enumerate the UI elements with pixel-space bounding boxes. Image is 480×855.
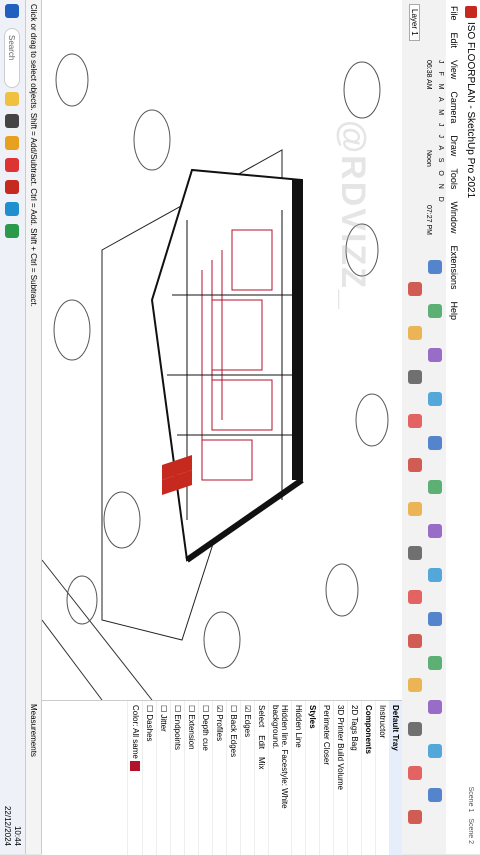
edge-option[interactable]: ☐ Depth cue — [198, 701, 212, 855]
scene-tab-2[interactable]: Scene 2 — [468, 818, 475, 844]
building-outline — [150, 168, 303, 562]
toolbar-tool-icon[interactable] — [428, 568, 442, 582]
toolbar-tool-icon[interactable] — [428, 480, 442, 494]
chrome-icon[interactable] — [5, 158, 19, 172]
toolbar-tool-icon[interactable] — [428, 788, 442, 802]
edge-option[interactable]: ☑ Profiles — [212, 701, 226, 855]
shadow-time-mid: Noon — [425, 150, 432, 167]
style-description: Hidden line. Facestyle: White background… — [268, 701, 291, 855]
taskbar-clock[interactable]: 10:44 22/12/2024 — [2, 806, 22, 846]
menu-draw[interactable]: Draw — [449, 129, 459, 162]
style-name: Hidden Line — [291, 701, 305, 855]
menu-extensions[interactable]: Extensions — [449, 239, 459, 295]
toolbar-tool-icon[interactable] — [408, 502, 422, 516]
styles-tabs: Select Edit Mix — [254, 701, 268, 855]
ground-line — [42, 559, 153, 700]
toolbar-tool-icon[interactable] — [428, 524, 442, 538]
toolbar-tool-icon[interactable] — [428, 260, 442, 274]
styles-tab-mix[interactable]: Mix — [257, 757, 266, 769]
edge-option[interactable]: ☐ Endpoints — [170, 701, 184, 855]
toolbar-tool-icon[interactable] — [408, 458, 422, 472]
edge-color-row: Color: All same — [127, 701, 142, 855]
color-dropdown[interactable]: All same — [131, 728, 140, 759]
toolbar-tool-icon[interactable] — [408, 766, 422, 780]
clock-date: 22/12/2024 — [3, 805, 12, 846]
app-icon[interactable] — [5, 136, 19, 150]
toolbar-tool-icon[interactable] — [408, 722, 422, 736]
tray-title: Default Tray — [389, 701, 402, 855]
toolbar-tool-icon[interactable] — [428, 612, 442, 626]
default-tray: Default Tray Instructor Components 2D Ta… — [42, 700, 402, 855]
edge-option[interactable]: ☐ Dashes — [142, 701, 156, 855]
main-toolbar: J F M A M J J A S O N D 06:38 AM Noon 07… — [401, 0, 446, 854]
components-panel-title[interactable]: Components — [361, 701, 375, 855]
shadow-time-end: 07:27 PM — [425, 205, 432, 235]
toolbar-tool-icon[interactable] — [428, 656, 442, 670]
styles-tab-edit[interactable]: Edit — [257, 735, 266, 749]
menu-help[interactable]: Help — [449, 295, 459, 326]
toolbar-tool-icon[interactable] — [408, 546, 422, 560]
menu-bar: File Edit View Camera Draw Tools Window … — [446, 0, 462, 854]
styles-panel-title[interactable]: Styles — [305, 701, 319, 855]
component-item-3[interactable]: Perimeter Closer — [319, 701, 333, 855]
toolbar-tool-icon[interactable] — [408, 414, 422, 428]
edge-option[interactable]: ☐ Jitter — [156, 701, 170, 855]
toolbar-tool-icon[interactable] — [428, 348, 442, 362]
component-item-2[interactable]: 3D Printer Build Volume — [333, 701, 347, 855]
windows-start-icon[interactable] — [5, 4, 19, 18]
toolbar-tool-icon[interactable] — [408, 810, 422, 824]
taskbar: Search 10:44 22/12/2024 — [0, 0, 26, 854]
app-icon[interactable] — [5, 202, 19, 216]
toolbar-tool-icon[interactable] — [408, 590, 422, 604]
building-wall-thick — [292, 180, 302, 480]
toolbar-tool-icon[interactable] — [428, 744, 442, 758]
status-bar: Click or drag to select objects. Shift =… — [26, 0, 42, 700]
status-hint: Click or drag to select objects. Shift =… — [29, 4, 38, 307]
sketchup-taskbar-icon[interactable] — [5, 180, 19, 194]
shadow-months[interactable]: J F M A M J J A S O N D — [437, 60, 444, 205]
clock-time: 10:44 — [13, 825, 22, 846]
app-icon[interactable] — [5, 114, 19, 128]
color-label: Color: — [130, 705, 140, 727]
toolbar-tool-icon[interactable] — [408, 678, 422, 692]
title-bar: ISO FLOORPLAN - SketchUp Pro 2021 Scene … — [461, 0, 480, 854]
toolbar-tool-icon[interactable] — [408, 634, 422, 648]
building-model-drawing — [42, 53, 389, 700]
styles-tab-select[interactable]: Select — [257, 705, 266, 727]
toolbar-tool-icon[interactable] — [428, 304, 442, 318]
instructor-panel[interactable]: Instructor — [375, 701, 389, 855]
taskbar-search[interactable]: Search — [4, 28, 20, 88]
scene-tab-1[interactable]: Scene 1 — [468, 787, 475, 813]
toolbar-tool-icon[interactable] — [428, 700, 442, 714]
model-viewport[interactable]: @RDVIZZ_ — [42, 0, 402, 700]
watermark-text: @RDVIZZ_ — [334, 120, 372, 311]
toolbar-tool-icon[interactable] — [428, 392, 442, 406]
desktop: ISO FLOORPLAN - SketchUp Pro 2021 Scene … — [0, 0, 480, 855]
menu-edit[interactable]: Edit — [449, 27, 459, 55]
menu-view[interactable]: View — [449, 54, 459, 85]
toolbar-tool-icon[interactable] — [408, 326, 422, 340]
sketchup-logo-icon — [465, 6, 477, 18]
menu-window[interactable]: Window — [449, 195, 459, 239]
layer-dropdown[interactable]: Layer 1 — [409, 4, 420, 41]
app-icon[interactable] — [5, 224, 19, 238]
ground-line — [42, 619, 103, 700]
window-title: ISO FLOORPLAN - SketchUp Pro 2021 — [465, 22, 477, 199]
edge-option[interactable]: ☐ Extension — [184, 701, 198, 855]
toolbar-tool-icon[interactable] — [408, 370, 422, 384]
measurements-label: Measurements — [29, 704, 38, 757]
menu-file[interactable]: File — [449, 0, 459, 27]
toolbar-tool-icon[interactable] — [428, 436, 442, 450]
measurements-box[interactable]: Measurements — [26, 700, 42, 854]
menu-camera[interactable]: Camera — [449, 85, 459, 129]
toolbar-tool-icon[interactable] — [408, 282, 422, 296]
menu-tools[interactable]: Tools — [449, 162, 459, 195]
color-swatch[interactable] — [130, 761, 140, 772]
component-item-1[interactable]: 2D Tags Bag — [347, 701, 361, 855]
file-explorer-icon[interactable] — [5, 92, 19, 106]
edge-option[interactable]: ☑ Edges — [240, 701, 254, 855]
edge-option[interactable]: ☐ Back Edges — [226, 701, 240, 855]
shadow-time-start: 06:38 AM — [425, 60, 432, 90]
